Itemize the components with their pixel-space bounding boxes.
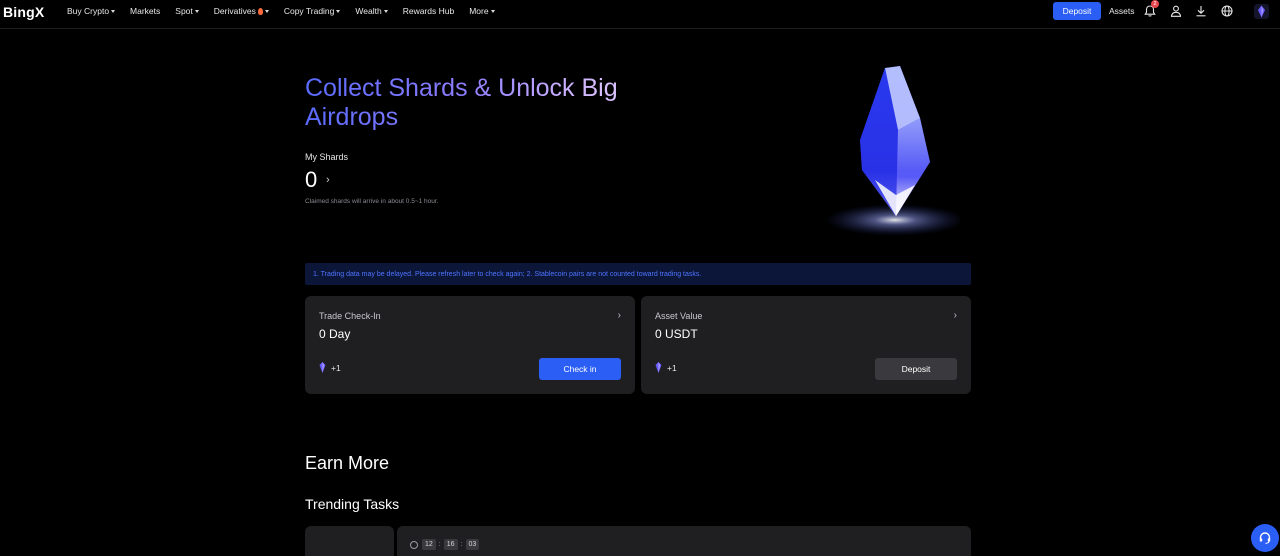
caret-down-icon [194,9,199,13]
caret-down-icon [383,9,388,13]
chevron-right-icon[interactable]: › [954,310,957,321]
nav-item-buy-crypto[interactable]: Buy Crypto [67,6,116,16]
timer-separator: : [460,541,463,548]
top-nav: BingX Buy Crypto Markets Spot Derivative… [0,0,1280,29]
my-shards-label: My Shards [305,152,349,162]
notice-banner: 1. Trading data may be delayed. Please r… [305,263,971,285]
shards-count: 0 [305,167,318,192]
nav-item-label: Rewards Hub [402,6,455,16]
chevron-right-icon[interactable]: › [326,174,330,186]
timer-seconds: 03 [465,539,480,550]
reward: +1 [319,362,341,373]
card-value: 0 USDT [655,327,698,341]
headset-icon [1259,532,1271,544]
avatar[interactable] [1254,4,1269,19]
support-chat-button[interactable] [1251,524,1279,552]
reward-value: +1 [667,362,677,373]
chevron-right-icon[interactable]: › [618,310,621,321]
assets-link[interactable]: Assets [1109,6,1135,16]
card-title: Trade Check-In [319,311,381,321]
notification-badge: 2 [1151,0,1159,8]
nav-item-label: Buy Crypto [67,6,110,16]
countdown-timer: 12 : 16 : 03 [410,539,480,550]
card-deposit-button[interactable]: Deposit [875,358,957,380]
caret-down-icon [490,9,495,13]
nav-item-markets[interactable]: Markets [130,6,160,16]
check-in-button[interactable]: Check in [539,358,621,380]
download-icon[interactable] [1194,4,1208,18]
nav-item-spot[interactable]: Spot [175,6,199,16]
flame-icon [257,7,263,15]
nav-item-label: Wealth [355,6,382,16]
nav-item-label: Copy Trading [283,6,335,16]
nav-item-label: Spot [175,6,193,16]
claim-note: Claimed shards will arrive in about 0.5~… [305,198,439,205]
nav-item-more[interactable]: More [469,6,495,16]
timer-hours: 12 [422,539,436,550]
deposit-button[interactable]: Deposit [1053,2,1101,20]
asset-value-card[interactable]: Asset Value 0 USDT › +1 Deposit [641,296,971,394]
crystal-illustration [825,66,960,236]
nav-item-wealth[interactable]: Wealth [355,6,388,16]
bingx-logo[interactable]: BingX [3,4,44,20]
caret-down-icon [336,9,341,13]
shard-icon [655,362,662,373]
globe-icon[interactable] [1220,4,1234,18]
nav-item-label: More [469,6,489,16]
reward: +1 [655,362,677,373]
nav-item-copy-trading[interactable]: Copy Trading [284,6,341,16]
caret-down-icon [264,9,269,13]
shard-icon [319,362,326,373]
reward-value: +1 [331,362,341,373]
trade-checkin-card[interactable]: Trade Check-In 0 Day › +1 Check in [305,296,635,394]
nav-item-derivatives[interactable]: Derivatives [214,6,269,16]
nav-menu: Buy Crypto Markets Spot Derivatives Copy… [67,0,510,22]
task-thumbnail[interactable] [305,526,394,556]
nav-item-rewards-hub[interactable]: Rewards Hub [403,6,455,16]
task-card[interactable]: 12 : 16 : 03 [397,526,971,556]
card-title: Asset Value [655,311,703,321]
timer-separator: : [438,541,441,548]
clock-icon [410,540,418,549]
page-title: Collect Shards & Unlock Big Airdrops [305,74,665,132]
section-title: Earn More [305,453,390,473]
trending-tasks-title: Trending Tasks [305,496,400,512]
nav-item-label: Derivatives [213,6,256,16]
card-value: 0 Day [319,327,351,341]
caret-down-icon [111,9,116,13]
nav-item-label: Markets [130,6,161,16]
timer-minutes: 16 [443,539,458,550]
user-icon[interactable] [1169,4,1183,18]
